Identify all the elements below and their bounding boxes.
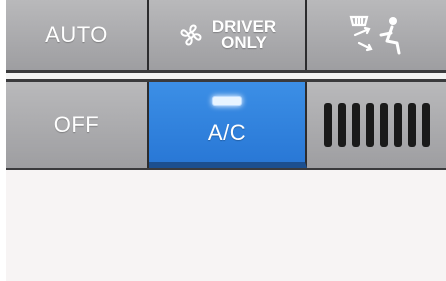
row-divider [6, 73, 446, 79]
air-vent [307, 82, 446, 168]
windshield-defrost-airflow-icon [347, 13, 407, 57]
ac-button[interactable]: A/C [149, 82, 307, 168]
off-button[interactable]: OFF [6, 82, 149, 168]
bottom-button-row: OFF A/C [6, 82, 446, 168]
defrost-airflow-button[interactable] [307, 0, 446, 70]
driver-only-content: DRIVER ONLY [178, 18, 276, 52]
ac-indicator-light [212, 96, 242, 106]
driver-only-button[interactable]: DRIVER ONLY [149, 0, 307, 70]
top-button-row: AUTO DRIVER ONLY [6, 0, 446, 76]
vent-slat [351, 103, 360, 147]
auto-label: AUTO [45, 22, 108, 47]
auto-button[interactable]: AUTO [6, 0, 149, 70]
vent-slat [323, 103, 332, 147]
vent-slat [365, 103, 374, 147]
vent-slat [393, 103, 402, 147]
only-label: ONLY [221, 33, 267, 52]
fan-icon [178, 22, 204, 48]
vent-slat [379, 103, 388, 147]
vent-slat [407, 103, 416, 147]
driver-only-text: DRIVER ONLY [212, 18, 276, 52]
air-vent-icon [323, 103, 430, 147]
vent-slat [421, 103, 430, 147]
climate-control-panel: AUTO DRIVER ONLY OFF A/C [6, 0, 446, 170]
off-label: OFF [53, 112, 100, 137]
vent-slat [337, 103, 346, 147]
ac-label: A/C [207, 120, 247, 145]
empty-area [6, 170, 446, 281]
